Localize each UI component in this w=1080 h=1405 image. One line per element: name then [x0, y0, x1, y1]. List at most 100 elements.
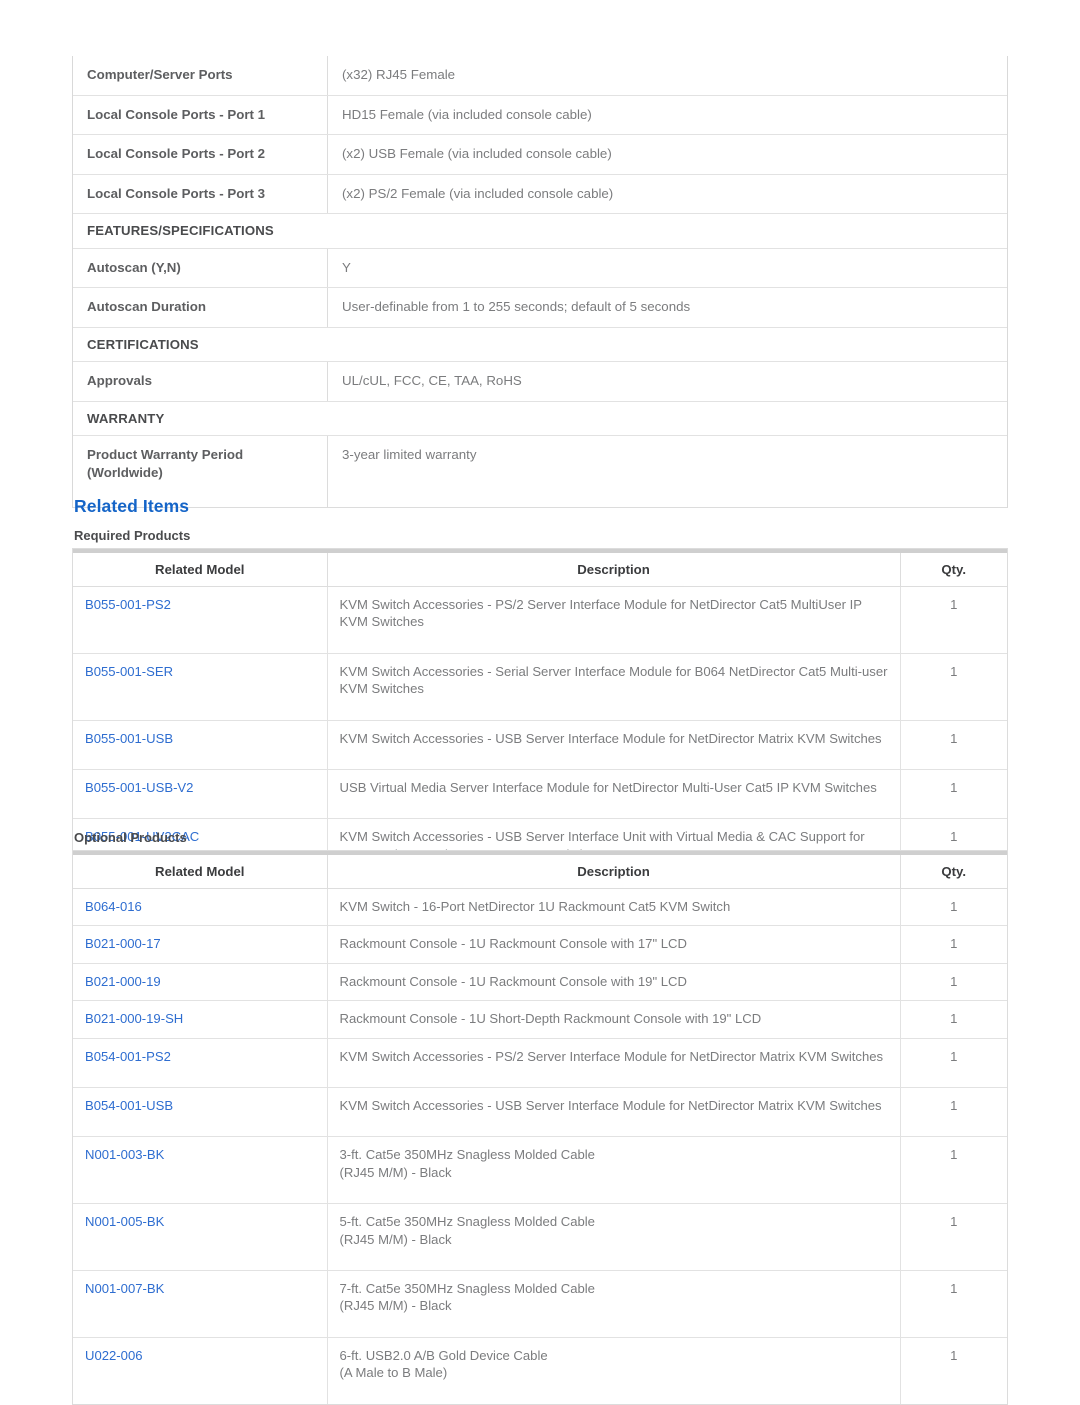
related-model-link[interactable]: N001-007-BK [85, 1281, 164, 1296]
spec-row: Computer/Server Ports (x32) RJ45 Female [73, 56, 1007, 96]
description-text: KVM Switch Accessories - PS/2 Server Int… [339, 597, 862, 630]
related-description-cell: 7-ft. Cat5e 350MHz Snagless Molded Cable… [327, 1270, 901, 1338]
column-header-description: Description [327, 549, 901, 587]
related-items-heading: Related Items [74, 496, 190, 516]
required-products-table-container: Related Model Description Qty. B055-001-… [72, 548, 1008, 887]
related-model-cell: B055-001-SER [73, 653, 328, 721]
column-header-model: Related Model [73, 549, 328, 587]
spec-value: HD15 Female (via included console cable) [327, 95, 1007, 136]
table-row: B055-001-USB-V2 USB Virtual Media Server … [73, 769, 1007, 820]
spec-row: Local Console Ports - Port 3 (x2) PS/2 Fe… [73, 174, 1007, 215]
related-qty-cell: 1 [900, 1203, 1007, 1272]
description-text: 3-ft. Cat5e 350MHz Snagless Molded Cable [339, 1147, 595, 1163]
related-model-cell: B064-016 [73, 888, 328, 927]
optional-products-table-container: Related Model Description Qty. B064-016 K… [72, 850, 1008, 1405]
related-model-cell: B054-001-PS2 [73, 1038, 328, 1089]
description-text: 5-ft. Cat5e 350MHz Snagless Molded Cable [339, 1214, 595, 1230]
spec-section-title: FEATURES/SPECIFICATIONS [73, 213, 1007, 249]
specifications-table: Computer/Server Ports (x32) RJ45 Female Lo… [73, 56, 1007, 508]
related-model-cell: U022-006 [73, 1337, 328, 1404]
spec-row: Autoscan (Y,N) Y [73, 248, 1007, 289]
table-row: B064-016 KVM Switch - 16-Port NetDirector… [73, 888, 1007, 927]
spec-key: Autoscan (Y,N) [73, 248, 328, 289]
related-qty-cell: 1 [900, 963, 1007, 1002]
description-text-line2: (A Male to B Male) [339, 1365, 448, 1381]
column-header-description: Description [327, 851, 901, 889]
related-qty-cell: 1 [900, 1136, 1007, 1205]
related-description-cell: Rackmount Console - 1U Rackmount Console… [327, 925, 901, 964]
related-qty-cell: 1 [900, 1270, 1007, 1338]
related-qty-cell: 1 [900, 925, 1007, 964]
spec-key: Local Console Ports - Port 3 [73, 174, 328, 215]
related-model-cell: N001-005-BK [73, 1203, 328, 1272]
description-text: KVM Switch - 16-Port NetDirector 1U Rack… [339, 899, 731, 914]
related-model-cell: N001-003-BK [73, 1136, 328, 1205]
table-row: B021-000-17 Rackmount Console - 1U Rackmo… [73, 925, 1007, 964]
table-row: B055-001-PS2 KVM Switch Accessories - PS/… [73, 586, 1007, 654]
spec-key: Autoscan Duration [73, 287, 328, 328]
spec-section-row: WARRANTY [73, 401, 1007, 437]
related-model-link[interactable]: U022-006 [85, 1348, 143, 1363]
spec-section-title: WARRANTY [73, 401, 1007, 437]
related-model-link[interactable]: B055-001-SER [85, 664, 173, 679]
spec-value: Y [327, 248, 1007, 289]
description-text: Rackmount Console - 1U Rackmount Console… [339, 936, 687, 952]
related-model-cell: B021-000-19-SH [73, 1000, 328, 1039]
related-model-cell: B054-001-USB [73, 1087, 328, 1138]
related-model-link[interactable]: N001-003-BK [85, 1147, 164, 1162]
spec-section-row: FEATURES/SPECIFICATIONS [73, 213, 1007, 249]
spec-value: (x32) RJ45 Female [327, 56, 1007, 96]
column-header-qty: Qty. [900, 549, 1007, 587]
related-qty-cell: 1 [950, 1347, 958, 1363]
spec-row: Local Console Ports - Port 1 HD15 Female … [73, 95, 1007, 136]
spec-value: 3-year limited warranty [327, 435, 1007, 508]
table-header-row: Related Model Description Qty. [73, 851, 1007, 889]
table-row: B054-001-USB KVM Switch Accessories - USB… [73, 1087, 1007, 1138]
required-products-label: Required Products [74, 528, 191, 543]
related-qty-cell: 1 [900, 1038, 1007, 1089]
related-model-link[interactable]: B021-000-19-SH [85, 1011, 183, 1026]
product-spec-page: Computer/Server Ports (x32) RJ45 Female Lo… [0, 0, 1080, 1405]
related-model-cell: B055-001-USB-V2 [73, 769, 328, 820]
spec-key: Approvals [73, 361, 328, 402]
spec-key: Computer/Server Ports [73, 56, 328, 96]
spec-value: UL/cUL, FCC, CE, TAA, RoHS [327, 361, 1007, 402]
related-description-cell: 3-ft. Cat5e 350MHz Snagless Molded Cable… [327, 1136, 901, 1205]
description-text: KVM Switch Accessories - PS/2 Server Int… [339, 1048, 884, 1064]
table-row: N001-005-BK 5-ft. Cat5e 350MHz Snagless M… [73, 1203, 1007, 1272]
spec-value: (x2) PS/2 Female (via included console c… [327, 174, 1007, 215]
related-description-cell: KVM Switch Accessories - PS/2 Server Int… [327, 1038, 901, 1089]
table-row: N001-003-BK 3-ft. Cat5e 350MHz Snagless M… [73, 1136, 1007, 1205]
related-model-link[interactable]: B054-001-PS2 [85, 1049, 171, 1064]
description-text: 7-ft. Cat5e 350MHz Snagless Molded Cable [339, 1281, 595, 1297]
spec-row: Local Console Ports - Port 2 (x2) USB Fem… [73, 134, 1007, 175]
spec-row: Autoscan Duration User-definable from 1 t… [73, 287, 1007, 328]
related-qty-cell: 1 [900, 1000, 1007, 1039]
table-row: U022-006 6-ft. USB2.0 A/B Gold Device Cab… [73, 1337, 1007, 1404]
table-row: B021-000-19 Rackmount Console - 1U Rackmo… [73, 963, 1007, 1002]
related-model-link[interactable]: B055-001-USB [85, 731, 173, 746]
spec-section-title: CERTIFICATIONS [73, 327, 1007, 363]
spec-value: (x2) USB Female (via included console ca… [327, 134, 1007, 175]
related-description-cell: Rackmount Console - 1U Rackmount Console… [327, 963, 901, 1002]
related-description-cell: KVM Switch Accessories - PS/2 Server Int… [327, 586, 901, 654]
optional-products-table: Related Model Description Qty. B064-016 K… [73, 851, 1007, 1404]
specifications-table-container: Computer/Server Ports (x32) RJ45 Female Lo… [72, 56, 1008, 509]
related-description-cell: USB Virtual Media Server Interface Modul… [327, 769, 901, 820]
related-model-link[interactable]: B064-016 [85, 899, 142, 914]
related-model-link[interactable]: B054-001-USB [85, 1098, 173, 1113]
description-text-line2: (RJ45 M/M) - Black [339, 1231, 452, 1247]
description-text: 6-ft. USB2.0 A/B Gold Device Cable [339, 1347, 548, 1363]
description-text: USB Virtual Media Server Interface Modul… [339, 780, 877, 796]
related-model-cell: B021-000-19 [73, 963, 328, 1002]
related-model-link[interactable]: N001-005-BK [85, 1214, 164, 1229]
related-qty-cell: 1 [900, 586, 1007, 654]
related-model-link[interactable]: B055-001-USB-V2 [85, 780, 193, 795]
table-row: B021-000-19-SH Rackmount Console - 1U Sho… [73, 1000, 1007, 1039]
spec-key: Local Console Ports - Port 2 [73, 134, 328, 175]
spec-row: Approvals UL/cUL, FCC, CE, TAA, RoHS [73, 361, 1007, 402]
related-model-link[interactable]: B055-001-PS2 [85, 597, 171, 612]
related-model-link[interactable]: B021-000-19 [85, 974, 161, 989]
description-text: KVM Switch Accessories - Serial Server I… [339, 663, 888, 697]
related-model-link[interactable]: B021-000-17 [85, 936, 161, 951]
